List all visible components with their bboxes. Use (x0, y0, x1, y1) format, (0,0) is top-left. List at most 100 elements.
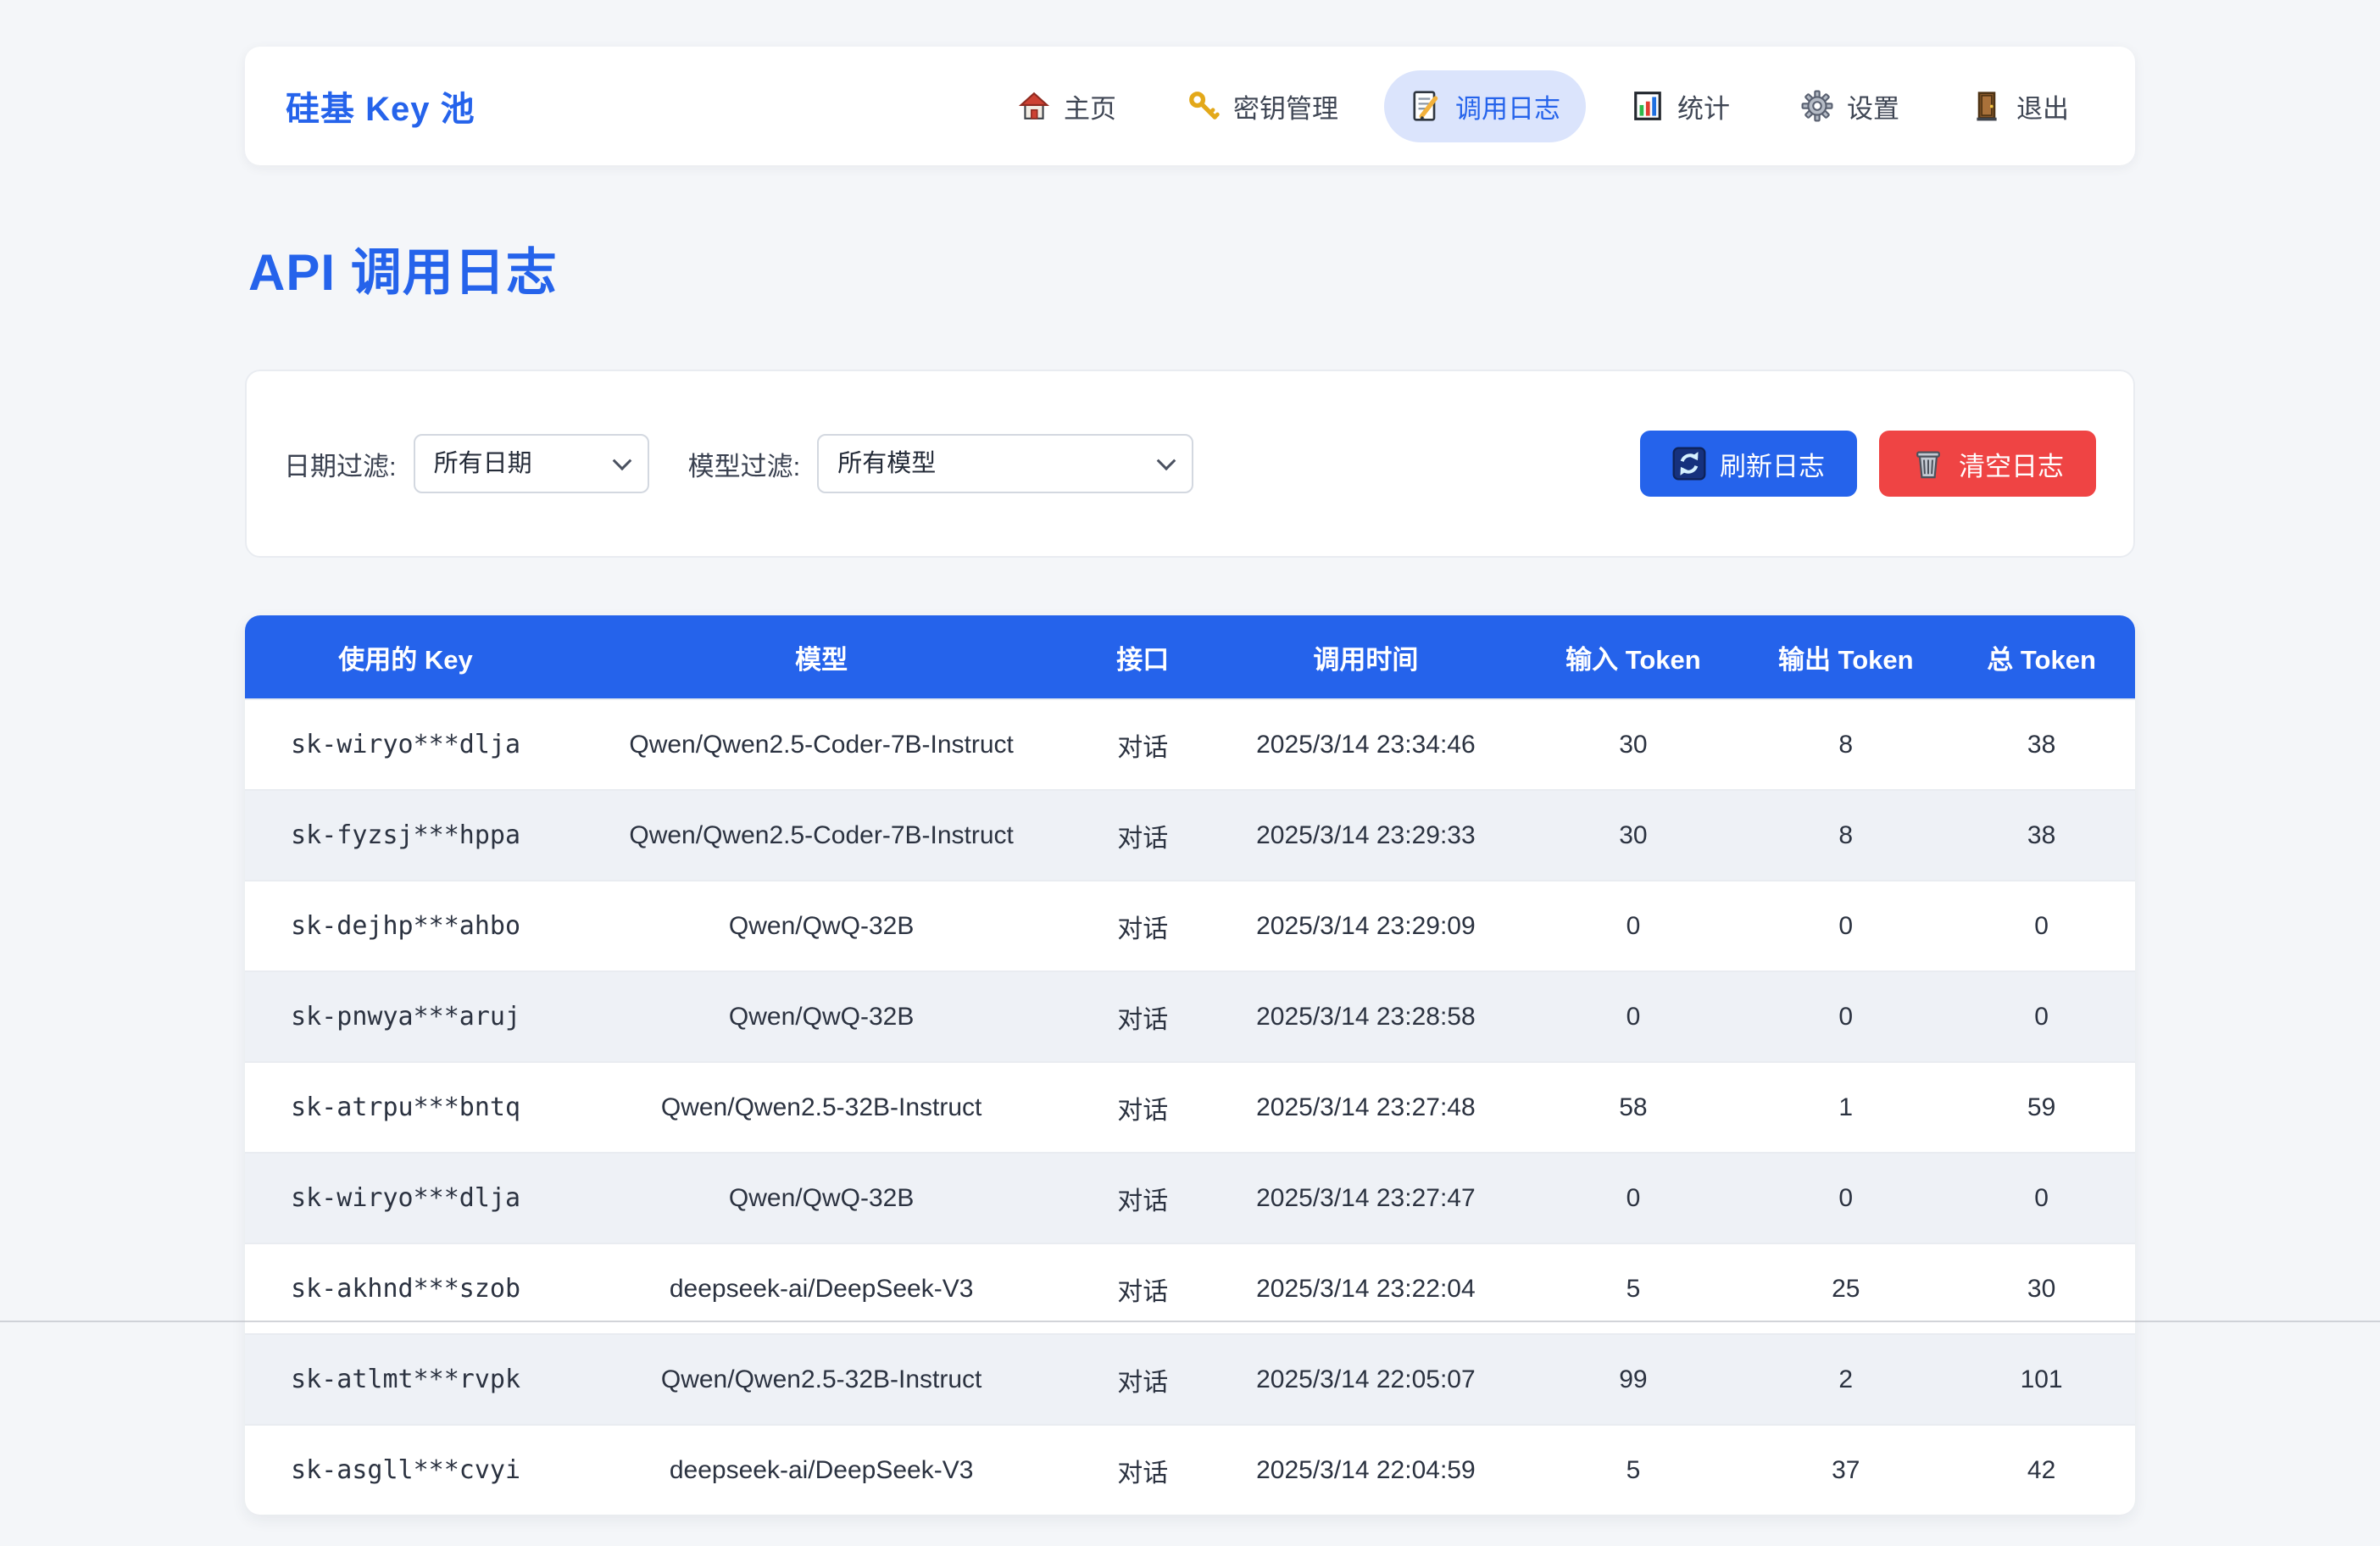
refresh-logs-button[interactable]: 刷新日志 (1640, 431, 1857, 497)
cell-api: 对话 (1076, 790, 1209, 881)
top-navbar: 硅基 Key 池 主页 (245, 47, 2135, 165)
cell-total: 59 (1948, 1062, 2135, 1153)
filter-actions: 刷新日志 清空日志 (1640, 431, 2096, 497)
col-header-api: 接口 (1076, 615, 1209, 699)
table-row: sk-fyzsj***hppaQwen/Qwen2.5-Coder-7B-Ins… (245, 790, 2135, 881)
table-row: sk-akhnd***szobdeepseek-ai/DeepSeek-V3对话… (245, 1243, 2135, 1334)
cell-api: 对话 (1076, 1153, 1209, 1243)
nav-item-home[interactable]: 主页 (993, 70, 1142, 142)
cell-api: 对话 (1076, 1425, 1209, 1515)
col-header-total: 总 Token (1948, 615, 2135, 699)
model-filter-select-wrap: 所有模型 (817, 434, 1193, 493)
cell-key: sk-dejhp***ahbo (245, 881, 566, 971)
cell-time: 2025/3/14 23:29:09 (1209, 881, 1522, 971)
page-container: 硅基 Key 池 主页 (245, 0, 2135, 1515)
cell-total: 38 (1948, 790, 2135, 881)
model-filter-label: 模型过滤: (688, 445, 801, 483)
cell-input: 99 (1522, 1334, 1743, 1425)
col-header-model: 模型 (566, 615, 1076, 699)
cell-input: 58 (1522, 1062, 1743, 1153)
bar-chart-icon (1632, 90, 1664, 122)
cell-api: 对话 (1076, 881, 1209, 971)
nav-items: 主页 密钥管理 (993, 70, 2094, 142)
nav-item-call-logs[interactable]: 调用日志 (1384, 70, 1586, 142)
cell-total: 0 (1948, 881, 2135, 971)
nav-item-statistics[interactable]: 统计 (1606, 70, 1755, 142)
model-filter-select[interactable]: 所有模型 (817, 434, 1193, 493)
cell-time: 2025/3/14 23:27:48 (1209, 1062, 1522, 1153)
table-row: sk-dejhp***ahboQwen/QwQ-32B对话2025/3/14 2… (245, 881, 2135, 971)
date-filter-select[interactable]: 所有日期 (414, 434, 649, 493)
clear-logs-button-label: 清空日志 (1959, 445, 2064, 483)
logs-table: 使用的 Key 模型 接口 调用时间 输入 Token 输出 Token 总 T… (245, 615, 2135, 1515)
cell-time: 2025/3/14 22:05:07 (1209, 1334, 1522, 1425)
home-icon (1018, 90, 1050, 122)
memo-icon (1410, 90, 1442, 122)
cell-output: 8 (1743, 790, 1948, 881)
cell-api: 对话 (1076, 1334, 1209, 1425)
cell-input: 5 (1522, 1425, 1743, 1515)
cell-key: sk-atrpu***bntq (245, 1062, 566, 1153)
cell-model: Qwen/QwQ-32B (566, 1153, 1076, 1243)
door-icon (1971, 90, 2003, 122)
refresh-logs-button-label: 刷新日志 (1720, 445, 1825, 483)
filter-card: 日期过滤: 所有日期 模型过滤: 所有模型 (245, 370, 2135, 558)
cell-api: 对话 (1076, 699, 1209, 790)
cell-time: 2025/3/14 23:28:58 (1209, 971, 1522, 1062)
cell-api: 对话 (1076, 971, 1209, 1062)
col-header-time: 调用时间 (1209, 615, 1522, 699)
table-header-row: 使用的 Key 模型 接口 调用时间 输入 Token 输出 Token 总 T… (245, 615, 2135, 699)
cell-time: 2025/3/14 22:04:59 (1209, 1425, 1522, 1515)
clear-logs-button[interactable]: 清空日志 (1879, 431, 2096, 497)
refresh-icon (1672, 447, 1706, 481)
cell-model: Qwen/Qwen2.5-Coder-7B-Instruct (566, 790, 1076, 881)
cell-output: 1 (1743, 1062, 1948, 1153)
table-row: sk-atrpu***bntqQwen/Qwen2.5-32B-Instruct… (245, 1062, 2135, 1153)
table-row: sk-wiryo***dljaQwen/Qwen2.5-Coder-7B-Ins… (245, 699, 2135, 790)
col-header-key: 使用的 Key (245, 615, 566, 699)
cell-model: Qwen/Qwen2.5-32B-Instruct (566, 1062, 1076, 1153)
cell-input: 0 (1522, 971, 1743, 1062)
cell-api: 对话 (1076, 1243, 1209, 1334)
cell-model: Qwen/QwQ-32B (566, 971, 1076, 1062)
table-row: sk-atlmt***rvpkQwen/Qwen2.5-32B-Instruct… (245, 1334, 2135, 1425)
cell-model: deepseek-ai/DeepSeek-V3 (566, 1243, 1076, 1334)
nav-item-home-label: 主页 (1064, 87, 1116, 125)
cell-model: Qwen/QwQ-32B (566, 881, 1076, 971)
cell-key: sk-pnwya***aruj (245, 971, 566, 1062)
cell-model: Qwen/Qwen2.5-Coder-7B-Instruct (566, 699, 1076, 790)
cell-key: sk-akhnd***szob (245, 1243, 566, 1334)
col-header-output: 输出 Token (1743, 615, 1948, 699)
gear-icon (1801, 90, 1833, 122)
cell-total: 0 (1948, 971, 2135, 1062)
app-logo: 硅基 Key 池 (286, 81, 475, 131)
cell-input: 5 (1522, 1243, 1743, 1334)
nav-item-settings[interactable]: 设置 (1776, 70, 1925, 142)
cell-key: sk-asgll***cvyi (245, 1425, 566, 1515)
cell-model: deepseek-ai/DeepSeek-V3 (566, 1425, 1076, 1515)
logs-table-card: 使用的 Key 模型 接口 调用时间 输入 Token 输出 Token 总 T… (245, 615, 2135, 1515)
cell-output: 0 (1743, 1153, 1948, 1243)
nav-item-statistics-label: 统计 (1677, 87, 1730, 125)
cell-output: 37 (1743, 1425, 1948, 1515)
date-filter-label: 日期过滤: (284, 445, 397, 483)
trash-icon (1911, 447, 1945, 481)
cell-input: 30 (1522, 790, 1743, 881)
date-filter-select-wrap: 所有日期 (414, 434, 649, 493)
cell-input: 0 (1522, 1153, 1743, 1243)
nav-item-logout[interactable]: 退出 (1945, 70, 2094, 142)
table-row: sk-wiryo***dljaQwen/QwQ-32B对话2025/3/14 2… (245, 1153, 2135, 1243)
table-row: sk-asgll***cvyideepseek-ai/DeepSeek-V3对话… (245, 1425, 2135, 1515)
nav-item-logout-label: 退出 (2016, 87, 2069, 125)
nav-item-key-management[interactable]: 密钥管理 (1162, 70, 1364, 142)
cell-key: sk-atlmt***rvpk (245, 1334, 566, 1425)
nav-item-call-logs-label: 调用日志 (1455, 87, 1560, 125)
cell-total: 38 (1948, 699, 2135, 790)
cell-time: 2025/3/14 23:27:47 (1209, 1153, 1522, 1243)
cell-input: 0 (1522, 881, 1743, 971)
cell-output: 8 (1743, 699, 1948, 790)
table-row: sk-pnwya***arujQwen/QwQ-32B对话2025/3/14 2… (245, 971, 2135, 1062)
cell-time: 2025/3/14 23:29:33 (1209, 790, 1522, 881)
cell-total: 101 (1948, 1334, 2135, 1425)
cell-total: 0 (1948, 1153, 2135, 1243)
